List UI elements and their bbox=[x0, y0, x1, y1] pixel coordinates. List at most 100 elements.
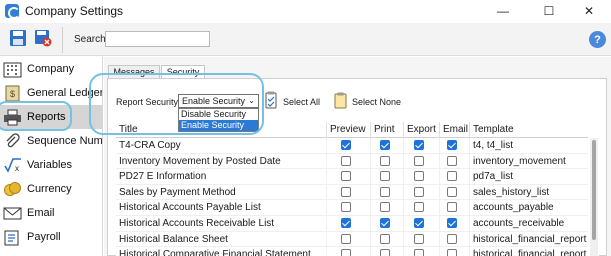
cell-print bbox=[371, 247, 404, 256]
preview-checkbox[interactable] bbox=[341, 202, 351, 213]
export-checkbox[interactable] bbox=[414, 155, 424, 166]
preview-checkbox[interactable] bbox=[341, 155, 351, 166]
sidebar-item-reports[interactable]: Reports bbox=[0, 105, 102, 129]
vertical-scrollbar[interactable] bbox=[590, 138, 598, 256]
variables-icon: x bbox=[4, 157, 21, 173]
cell-email bbox=[440, 184, 470, 200]
option-enable-security[interactable]: Enable Security bbox=[179, 120, 258, 131]
print-checkbox[interactable] bbox=[380, 202, 390, 213]
select-none-icon[interactable] bbox=[334, 92, 347, 109]
print-checkbox[interactable] bbox=[380, 233, 390, 244]
search-input[interactable] bbox=[105, 31, 210, 47]
preview-checkbox[interactable] bbox=[341, 218, 351, 228]
cell-template: sales_history_list bbox=[473, 186, 550, 198]
cell-template: historical_financial_report bbox=[473, 233, 587, 245]
column-header-export[interactable]: Export bbox=[404, 122, 440, 138]
email-checkbox[interactable] bbox=[447, 249, 457, 256]
cell-title: Historical Accounts Receivable List bbox=[116, 216, 327, 231]
preview-checkbox[interactable] bbox=[341, 249, 351, 256]
report-security-select[interactable]: Enable Security ⌄ bbox=[178, 94, 259, 108]
select-all-button[interactable]: Select All bbox=[283, 97, 320, 107]
email-checkbox[interactable] bbox=[447, 171, 457, 182]
sidebar-item-variables[interactable]: x Variables bbox=[0, 153, 102, 177]
sidebar-item-general-ledger[interactable]: $ General Ledger bbox=[0, 81, 102, 105]
sidebar-item-payroll[interactable]: Payroll bbox=[0, 225, 102, 249]
maximize-button[interactable]: ☐ bbox=[527, 0, 571, 22]
cell-print bbox=[371, 184, 404, 200]
export-checkbox[interactable] bbox=[414, 218, 424, 228]
reports-grid: Title Preview Print Export Email Templat… bbox=[116, 122, 599, 256]
export-checkbox[interactable] bbox=[414, 249, 424, 256]
cell-title: Inventory Movement by Posted Date bbox=[116, 153, 327, 169]
sidebar-item-label: Reports bbox=[27, 111, 66, 123]
cell-title: Historical Comparative Financial Stateme… bbox=[116, 247, 327, 256]
cell-export bbox=[404, 216, 440, 231]
export-checkbox[interactable] bbox=[414, 171, 424, 182]
print-checkbox[interactable] bbox=[380, 218, 390, 228]
export-checkbox[interactable] bbox=[414, 233, 424, 244]
print-checkbox[interactable] bbox=[380, 249, 390, 256]
tab-security[interactable]: Security bbox=[161, 65, 205, 79]
save-button[interactable] bbox=[9, 29, 27, 47]
table-row[interactable]: PD27 E Information pd7a_list bbox=[116, 169, 588, 185]
cell-email bbox=[440, 138, 470, 153]
table-row[interactable]: Historical Accounts Payable List accounts… bbox=[116, 200, 588, 216]
cell-print bbox=[371, 138, 404, 153]
sidebar-item-email[interactable]: Email bbox=[0, 201, 102, 225]
table-row[interactable]: T4-CRA Copy t4, t4_list bbox=[116, 138, 588, 154]
sidebar-item-label: Payroll bbox=[27, 231, 61, 243]
chevron-down-icon: ⌄ bbox=[248, 96, 255, 105]
email-checkbox[interactable] bbox=[447, 218, 457, 228]
email-checkbox[interactable] bbox=[447, 202, 457, 213]
export-checkbox[interactable] bbox=[414, 202, 424, 213]
sidebar-item-sequence-numbers[interactable]: Sequence Numbers bbox=[0, 129, 103, 153]
table-row[interactable]: Sales by Payment Method sales_history_lis… bbox=[116, 184, 588, 201]
sidebar: Company $ General Ledger Reports Sequenc… bbox=[0, 57, 103, 256]
option-disable-security[interactable]: Disable Security bbox=[179, 109, 258, 120]
sidebar-item-company[interactable]: Company bbox=[0, 57, 102, 81]
email-checkbox[interactable] bbox=[447, 186, 457, 197]
export-checkbox[interactable] bbox=[414, 140, 424, 150]
currency-icon bbox=[4, 181, 21, 196]
preview-checkbox[interactable] bbox=[341, 233, 351, 244]
save-icon bbox=[10, 30, 26, 46]
preview-checkbox[interactable] bbox=[341, 140, 351, 150]
select-all-icon[interactable] bbox=[265, 91, 277, 109]
table-row[interactable]: Historical Balance Sheet historical_finan… bbox=[116, 231, 588, 248]
email-checkbox[interactable] bbox=[447, 155, 457, 166]
preview-checkbox[interactable] bbox=[341, 171, 351, 182]
column-header-preview[interactable]: Preview bbox=[327, 122, 371, 138]
column-header-print[interactable]: Print bbox=[371, 122, 404, 138]
select-none-button[interactable]: Select None bbox=[352, 97, 401, 107]
printer-icon bbox=[4, 109, 21, 125]
print-checkbox[interactable] bbox=[380, 155, 390, 166]
email-checkbox[interactable] bbox=[447, 140, 457, 150]
save-close-icon bbox=[35, 30, 52, 47]
cell-email bbox=[440, 247, 470, 256]
cell-email bbox=[440, 231, 470, 247]
print-checkbox[interactable] bbox=[380, 171, 390, 182]
table-row[interactable]: Historical Accounts Receivable List accou… bbox=[116, 216, 588, 232]
sidebar-item-label: Sequence Numbers bbox=[27, 135, 103, 147]
column-header-template[interactable]: Template bbox=[470, 122, 588, 138]
preview-checkbox[interactable] bbox=[341, 186, 351, 197]
print-checkbox[interactable] bbox=[380, 140, 390, 150]
table-row[interactable]: Historical Comparative Financial Stateme… bbox=[116, 247, 588, 256]
column-header-email[interactable]: Email bbox=[440, 122, 470, 138]
save-and-close-button[interactable] bbox=[34, 29, 52, 47]
scrollbar-thumb[interactable] bbox=[592, 140, 596, 240]
cell-template: accounts_receivable bbox=[473, 218, 565, 229]
minimize-button[interactable]: — bbox=[481, 0, 525, 22]
sidebar-item-currency[interactable]: Currency bbox=[0, 177, 102, 201]
table-row[interactable]: Inventory Movement by Posted Date invento… bbox=[116, 153, 588, 170]
email-checkbox[interactable] bbox=[447, 233, 457, 244]
cell-preview bbox=[327, 200, 371, 216]
print-checkbox[interactable] bbox=[380, 186, 390, 197]
tab-messages[interactable]: Messages bbox=[108, 65, 160, 79]
report-security-label: Report Security bbox=[116, 97, 179, 107]
help-icon[interactable]: ? bbox=[589, 31, 606, 48]
cell-print bbox=[371, 216, 404, 231]
export-checkbox[interactable] bbox=[414, 186, 424, 197]
search-label: Search bbox=[74, 34, 106, 45]
close-button[interactable]: ✕ bbox=[567, 0, 611, 22]
